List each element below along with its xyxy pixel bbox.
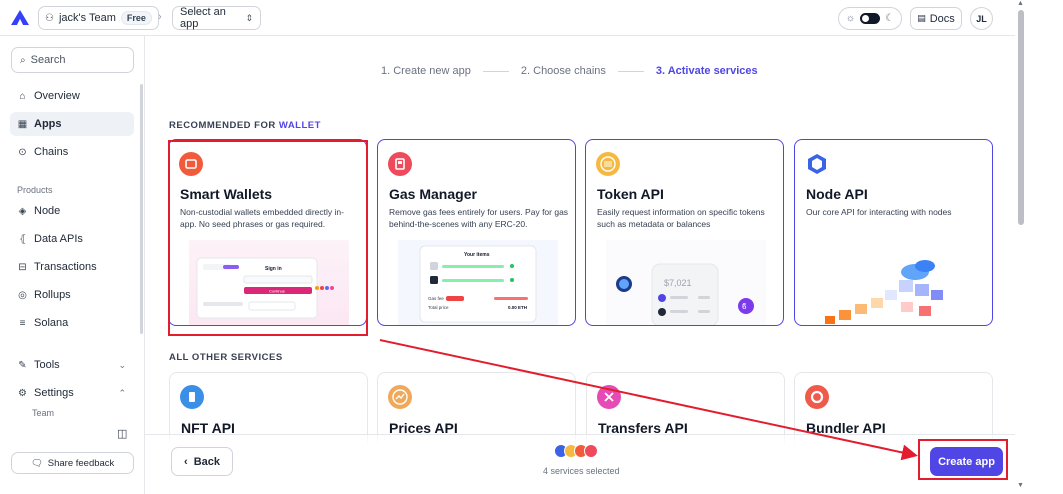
annotation-arrow <box>379 339 918 461</box>
app-root: ⚇ jack's Team Free › Select an app ⇕ ☼ ☾… <box>0 0 1063 494</box>
